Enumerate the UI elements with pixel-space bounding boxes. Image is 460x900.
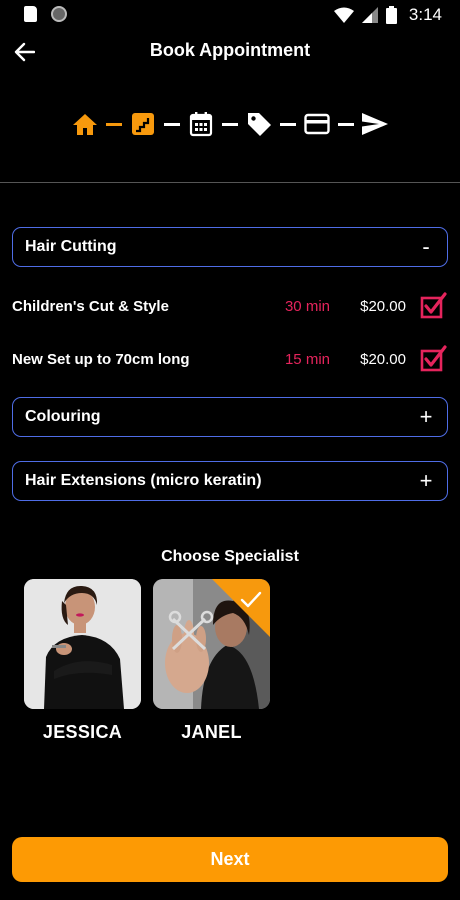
specialist-card-janel[interactable] [153, 579, 270, 709]
status-icons: 3:14 [333, 4, 442, 26]
send-icon [362, 113, 388, 135]
checkbox-checked-icon [420, 292, 447, 319]
service-checkbox[interactable] [420, 345, 448, 373]
checkbox-checked-icon [420, 345, 447, 372]
expand-toggle[interactable]: + [419, 404, 433, 430]
category-label: Colouring [25, 408, 101, 425]
check-icon [240, 591, 262, 608]
app-header: Book Appointment [0, 30, 460, 74]
specialist-name: JANEL [181, 722, 242, 742]
expand-toggle[interactable]: + [419, 468, 433, 494]
wifi-icon [333, 7, 354, 23]
service-name: New Set up to 70cm long [12, 350, 190, 368]
next-button[interactable]: Next [12, 837, 448, 882]
step-connector [106, 122, 122, 126]
step-payment[interactable] [302, 109, 332, 139]
status-bar: 3:14 [0, 0, 460, 30]
service-checkbox[interactable] [420, 292, 448, 320]
service-row[interactable]: Children's Cut & Style 30 min $20.00 [12, 291, 448, 321]
step-offers[interactable] [244, 109, 274, 139]
step-services[interactable] [128, 109, 158, 139]
tag-icon [248, 113, 271, 136]
calendar-icon [189, 112, 213, 137]
step-connector [280, 122, 296, 126]
divider [0, 182, 460, 183]
service-name: Children's Cut & Style [12, 297, 169, 315]
collapse-toggle[interactable]: - [419, 234, 433, 260]
service-row[interactable]: New Set up to 70cm long 15 min $20.00 [12, 344, 448, 374]
step-connector [338, 122, 354, 126]
booking-progress-stepper [0, 108, 460, 140]
specialist-photo [24, 579, 141, 709]
stairs-icon [132, 113, 154, 135]
cellular-signal-icon [361, 7, 378, 23]
section-title: Choose Specialist [161, 548, 299, 565]
service-duration: 15 min [284, 350, 330, 368]
home-icon [73, 114, 97, 135]
category-hair-cutting[interactable]: Hair Cutting - [12, 227, 448, 267]
specialist-card-jessica[interactable] [24, 579, 141, 709]
page-title: Book Appointment [149, 40, 311, 60]
step-connector [222, 122, 238, 126]
clock: 3:14 [408, 5, 442, 24]
credit-card-icon [304, 113, 330, 135]
step-confirm[interactable] [360, 109, 390, 139]
battery-icon [385, 6, 397, 24]
category-colouring[interactable]: Colouring + [12, 397, 448, 437]
category-label: Hair Extensions (micro keratin) [25, 472, 262, 489]
service-duration: 30 min [284, 297, 330, 315]
category-hair-extensions[interactable]: Hair Extensions (micro keratin) + [12, 461, 448, 501]
sd-card-icon [24, 6, 37, 22]
service-price: $20.00 [360, 350, 406, 368]
step-connector [164, 122, 180, 126]
notification-dot-icon [51, 6, 67, 22]
specialist-name: JESSICA [42, 722, 123, 742]
step-date[interactable] [186, 109, 216, 139]
category-label: Hair Cutting [25, 238, 117, 255]
service-price: $20.00 [360, 297, 406, 315]
step-home[interactable] [70, 109, 100, 139]
